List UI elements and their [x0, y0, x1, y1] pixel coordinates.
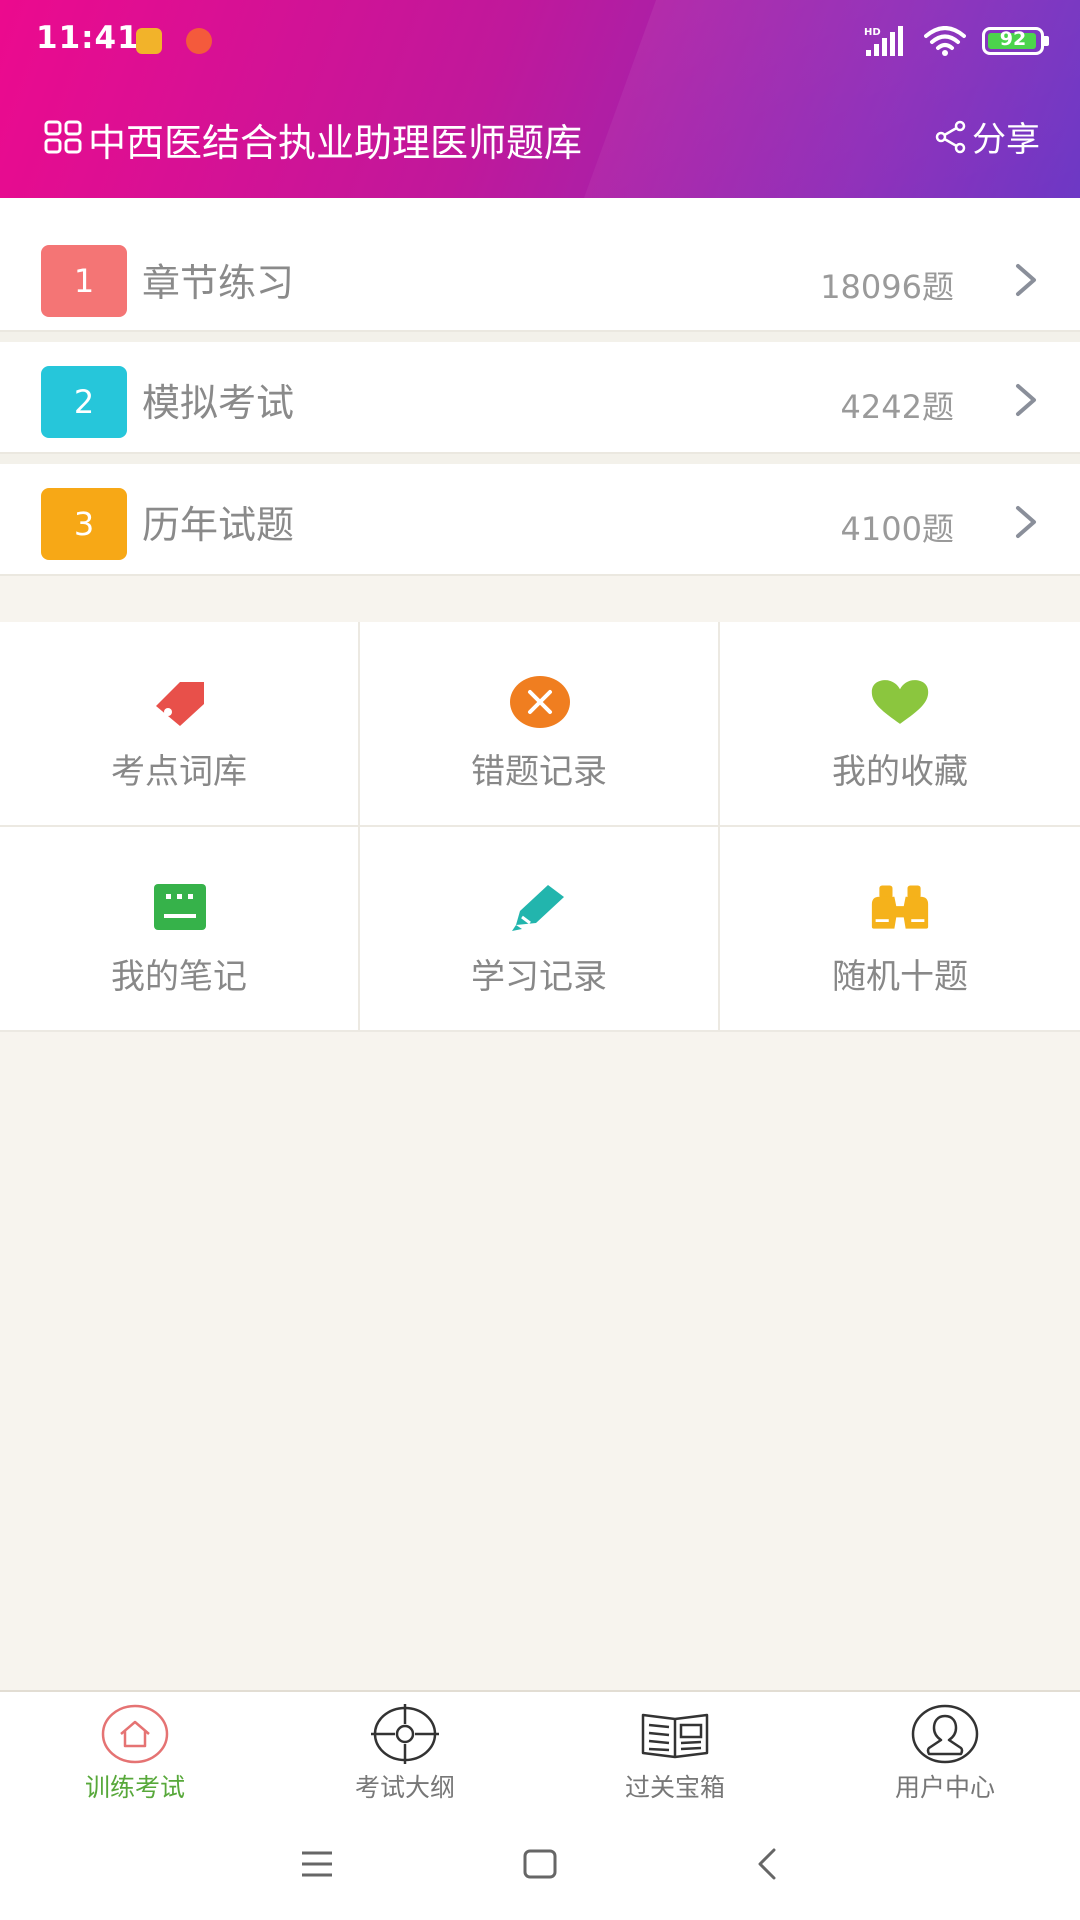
tag-icon [150, 672, 210, 732]
page-title: 中西医结合执业助理医师题库 [88, 121, 583, 165]
feature-grid: 考点词库 错题记录 我的收藏 我的笔记 学习记录 随机十题 [0, 622, 1080, 1032]
tab-user-center[interactable]: 用户中心 [810, 1692, 1080, 1810]
item-number-badge: 1 [41, 245, 127, 317]
user-icon [911, 1704, 979, 1764]
list-item-mock-exam[interactable]: 2 模拟考试 4242题 [0, 342, 1080, 454]
grid-item-keypoint-vocab[interactable]: 考点词库 [0, 622, 360, 827]
wifi-icon [924, 26, 966, 56]
tab-treasure-box[interactable]: 过关宝箱 [540, 1692, 810, 1810]
item-count: 18096题 [820, 268, 954, 306]
grid-item-favorites[interactable]: 我的收藏 [720, 622, 1080, 827]
pencil-icon [510, 877, 570, 937]
battery-icon: 92 [982, 27, 1049, 55]
status-time: 11:41 [36, 20, 140, 56]
tab-training-exam[interactable]: 训练考试 [0, 1692, 270, 1810]
signal-icon: HD [864, 26, 903, 56]
share-icon [935, 120, 966, 153]
share-button[interactable]: 分享 [934, 112, 1040, 161]
tab-label: 过关宝箱 [624, 1773, 725, 1802]
home-icon [101, 1704, 169, 1764]
crosshair-icon [371, 1704, 439, 1764]
chevron-right-icon [1016, 506, 1036, 538]
tab-label: 用户中心 [894, 1773, 995, 1802]
grid-item-study-records[interactable]: 学习记录 [360, 827, 720, 1032]
battery-level: 92 [999, 28, 1027, 50]
menu-icon [302, 1851, 332, 1877]
grid-item-label: 我的收藏 [832, 752, 968, 792]
grid-item-label: 随机十题 [832, 957, 968, 997]
share-label: 分享 [972, 120, 1040, 160]
grid-item-wrong-records[interactable]: 错题记录 [360, 622, 720, 827]
grid-item-label: 学习记录 [471, 957, 607, 997]
tab-label: 考试大纲 [354, 1773, 455, 1802]
back-icon [758, 1848, 776, 1880]
menu-nav-button[interactable] [287, 1842, 347, 1886]
item-count: 4100题 [840, 510, 954, 548]
binoculars-icon [870, 877, 930, 937]
item-label: 历年试题 [142, 503, 295, 547]
item-number-badge: 2 [41, 366, 127, 438]
svg-text:HD: HD [864, 27, 881, 38]
list-item-chapter-practice[interactable]: 1 章节练习 18096题 [0, 198, 1080, 332]
grid-item-label: 考点词库 [111, 752, 247, 792]
item-label: 模拟考试 [142, 381, 295, 425]
tab-label: 训练考试 [84, 1773, 185, 1802]
grid-item-my-notes[interactable]: 我的笔记 [0, 827, 360, 1032]
grid-item-random-ten[interactable]: 随机十题 [720, 827, 1080, 1032]
bottom-tab-bar: 训练考试 考试大纲 过关宝箱 用户中心 [0, 1690, 1080, 1808]
grid-item-label: 我的笔记 [111, 957, 247, 997]
chevron-right-icon [1016, 384, 1036, 416]
item-count: 4242题 [840, 388, 954, 426]
notification-app-icon [136, 28, 162, 54]
tab-exam-outline[interactable]: 考试大纲 [270, 1692, 540, 1810]
app-header: 11:41 HD 92 中西医结合执业助理医师题库 分享 [0, 0, 1080, 198]
grid-item-label: 错题记录 [471, 752, 607, 792]
square-icon [523, 1849, 557, 1879]
heart-icon [870, 672, 930, 732]
home-nav-button[interactable] [510, 1842, 570, 1886]
item-label: 章节练习 [142, 261, 295, 305]
grid-menu-icon[interactable] [44, 120, 82, 154]
close-circle-icon [510, 672, 570, 732]
chevron-right-icon [1016, 264, 1036, 296]
system-nav-bar [0, 1808, 1080, 1920]
back-nav-button[interactable] [737, 1842, 797, 1886]
notification-app-icon [186, 28, 212, 54]
status-bar: 11:41 HD 92 [0, 0, 1080, 80]
notebook-icon [150, 877, 210, 937]
list-item-past-exams[interactable]: 3 历年试题 4100题 [0, 464, 1080, 576]
newspaper-icon [641, 1704, 709, 1764]
item-number-badge: 3 [41, 488, 127, 560]
